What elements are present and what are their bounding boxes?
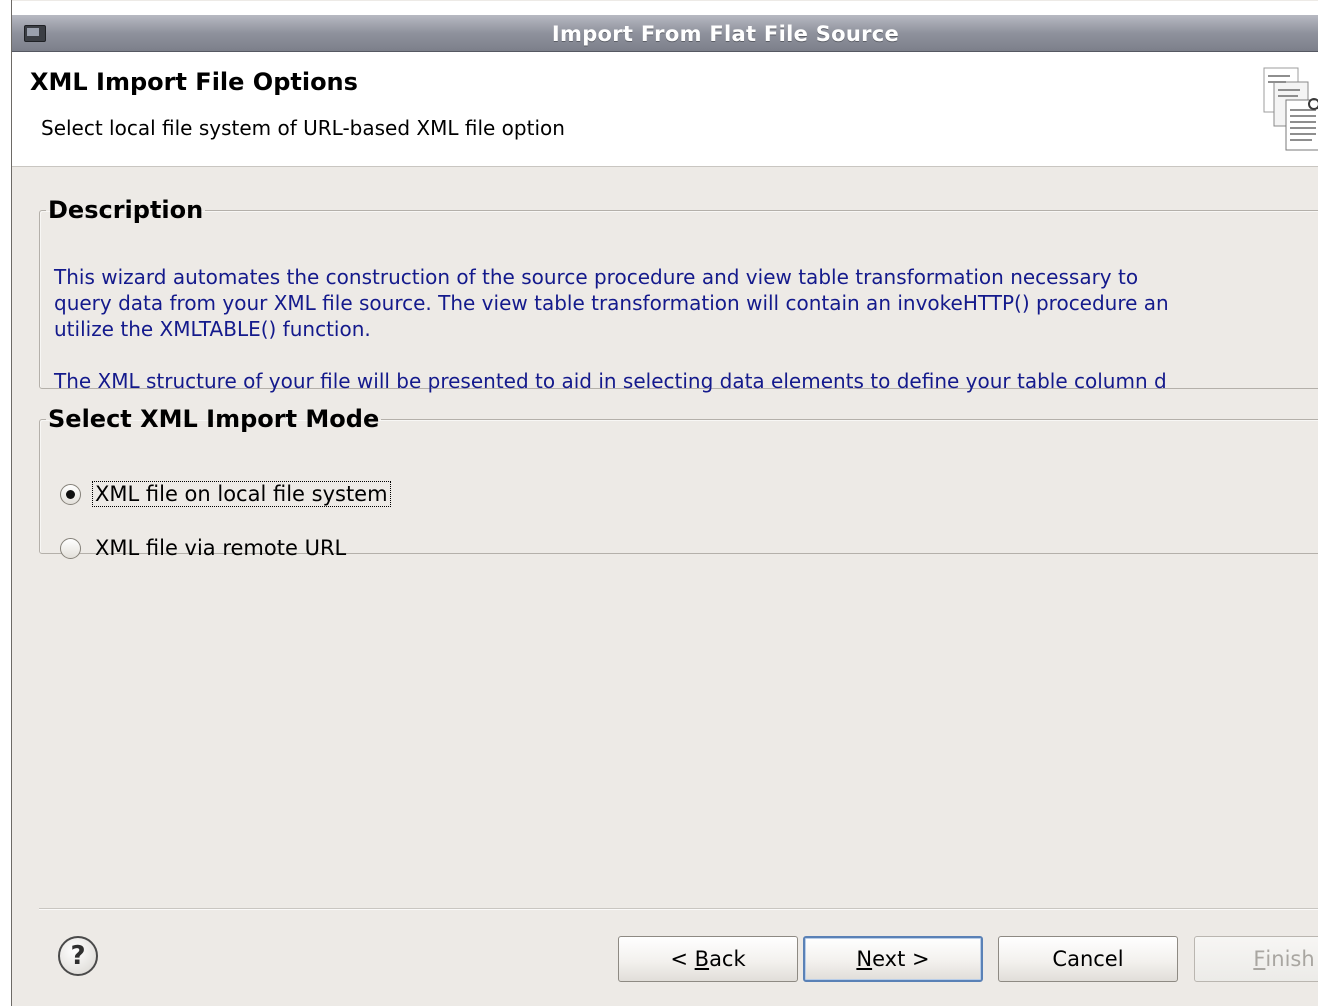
description-group: Description This wizard automates the co… bbox=[39, 196, 1318, 393]
description-line: query data from your XML file source. Th… bbox=[54, 291, 1169, 315]
description-line bbox=[54, 342, 1318, 368]
description-line: The XML structure of your file will be p… bbox=[54, 369, 1167, 393]
local-file-label[interactable]: XML file on local file system bbox=[92, 481, 391, 507]
import-mode-legend: Select XML Import Mode bbox=[48, 405, 380, 433]
import-mode-group: Select XML Import Mode XML file on local… bbox=[39, 405, 1318, 560]
help-icon[interactable]: ? bbox=[58, 936, 98, 976]
back-button-mnemonic: B bbox=[694, 947, 710, 971]
title-bar: Import From Flat File Source bbox=[12, 1, 1318, 52]
description-legend: Description bbox=[48, 196, 204, 224]
page-subtitle: Select local file system of URL-based XM… bbox=[41, 116, 565, 140]
page-title: XML Import File Options bbox=[30, 68, 358, 96]
footer-separator bbox=[39, 908, 1318, 910]
description-line: This wizard automates the construction o… bbox=[54, 265, 1139, 289]
import-dialog: Import From Flat File Source XML Import … bbox=[11, 0, 1318, 1006]
finish-button[interactable]: Finish bbox=[1194, 936, 1318, 982]
next-button-rest: ext > bbox=[872, 947, 930, 971]
wizard-header: XML Import File Options Select local fil… bbox=[12, 52, 1318, 167]
finish-button-mnemonic: F bbox=[1253, 947, 1266, 971]
local-file-option[interactable]: XML file on local file system bbox=[60, 479, 391, 509]
next-button-mnemonic: N bbox=[856, 947, 873, 971]
back-button-prefix: < bbox=[670, 947, 695, 971]
window-title: Import From Flat File Source bbox=[551, 22, 900, 46]
cancel-button[interactable]: Cancel bbox=[998, 936, 1178, 982]
remote-url-radio[interactable] bbox=[60, 537, 81, 559]
description-text: This wizard automates the construction o… bbox=[54, 264, 1318, 394]
local-file-radio[interactable] bbox=[60, 483, 81, 505]
description-line: utilize the XMLTABLE() function. bbox=[54, 317, 371, 341]
remote-url-option[interactable]: XML file via remote URL bbox=[60, 533, 348, 563]
back-button-rest: ack bbox=[709, 947, 746, 971]
documents-icon bbox=[1263, 67, 1318, 151]
back-button[interactable]: < Back bbox=[618, 936, 798, 982]
next-button[interactable]: Next > bbox=[803, 936, 983, 982]
remote-url-label[interactable]: XML file via remote URL bbox=[93, 536, 348, 560]
finish-button-rest: inish bbox=[1265, 947, 1315, 971]
